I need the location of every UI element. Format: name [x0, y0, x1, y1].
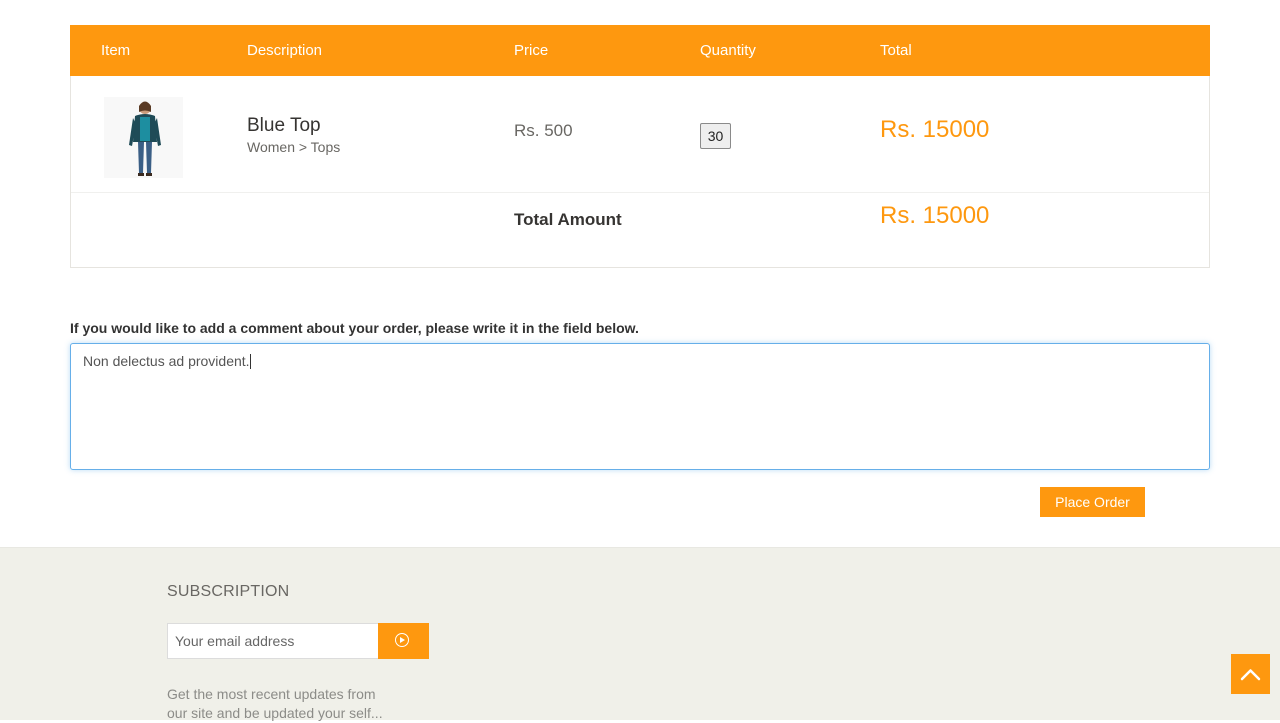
quantity-button[interactable]: 30	[700, 123, 731, 149]
blue-top-product-photo	[104, 97, 183, 178]
comment-text: Non delectus ad provident.	[83, 353, 250, 369]
header-description: Description	[247, 42, 323, 59]
place-order-button[interactable]: Place Order	[1040, 487, 1145, 517]
subscribe-button[interactable]	[378, 623, 429, 659]
header-item: Item	[101, 42, 131, 59]
row-divider	[71, 192, 1209, 193]
subscription-description: Get the most recent updates from our sit…	[167, 686, 383, 721]
total-amount-label: Total Amount	[514, 210, 622, 229]
order-comment-textarea[interactable]: Non delectus ad provident.	[70, 343, 1210, 470]
product-category: Women > Tops	[247, 139, 341, 155]
header-price: Price	[514, 42, 549, 59]
comment-label: If you would like to add a comment about…	[70, 320, 639, 336]
footer-divider	[0, 547, 1280, 548]
total-amount-value: Rs. 15000	[880, 202, 990, 229]
arrow-circle-right-icon	[395, 633, 409, 647]
product-name-link[interactable]: Blue Top	[247, 115, 321, 137]
header-total: Total	[880, 42, 912, 59]
subscription-title: SUBSCRIPTION	[167, 583, 290, 600]
text-caret	[249, 354, 251, 369]
cart-table: Item Description Price Quantity Total Bl…	[70, 25, 1210, 268]
chevron-up-icon	[1240, 669, 1261, 681]
product-price: Rs. 500	[514, 121, 573, 140]
header-quantity: Quantity	[700, 42, 756, 59]
cart-header-row: Item Description Price Quantity Total	[70, 25, 1210, 76]
scroll-up-button[interactable]	[1231, 654, 1270, 694]
product-image[interactable]	[104, 97, 183, 178]
product-total: Rs. 15000	[880, 116, 990, 143]
subscription-email-input[interactable]: Your email address	[167, 623, 379, 659]
